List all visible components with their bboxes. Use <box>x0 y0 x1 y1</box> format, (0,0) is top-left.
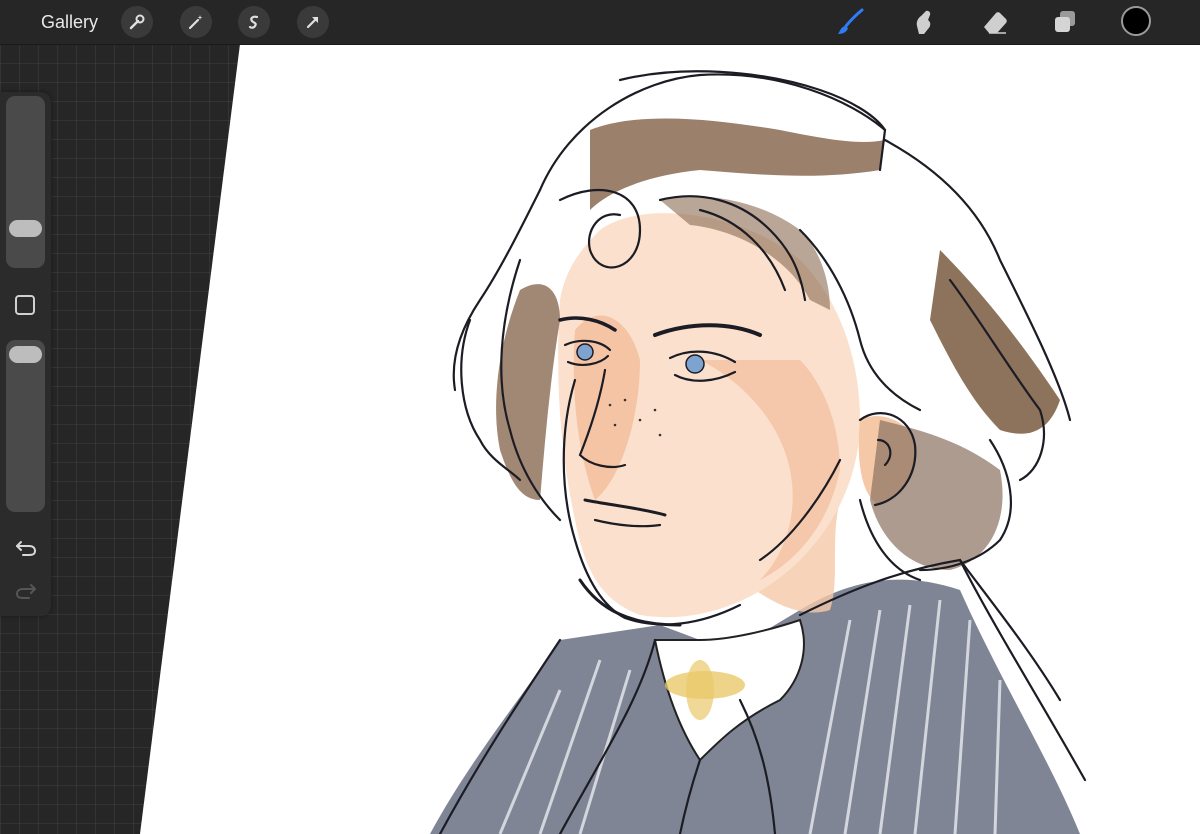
layers-icon <box>1055 11 1075 32</box>
artwork-svg <box>140 44 1200 834</box>
smudge-button[interactable] <box>906 6 940 38</box>
selection-button[interactable] <box>238 6 270 38</box>
redo-button[interactable] <box>13 580 39 602</box>
smudge-finger-icon <box>916 10 931 34</box>
top-toolbar: Gallery <box>0 0 1200 45</box>
left-sidebar <box>0 92 51 616</box>
color-picker-button[interactable] <box>1121 6 1151 36</box>
transform-arrow-icon <box>306 16 319 29</box>
undo-icon <box>16 541 37 556</box>
eraser-button[interactable] <box>978 6 1012 38</box>
transform-button[interactable] <box>297 6 329 38</box>
modify-button[interactable] <box>15 295 35 315</box>
brush-button[interactable] <box>834 6 868 38</box>
layers-button[interactable] <box>1048 6 1082 38</box>
actions-button[interactable] <box>121 6 153 38</box>
redo-icon <box>15 584 36 599</box>
wrench-icon <box>129 14 145 30</box>
magic-wand-icon <box>188 15 203 30</box>
opacity-slider[interactable] <box>6 340 45 512</box>
selection-s-icon <box>248 15 259 29</box>
left-eye <box>576 343 594 361</box>
brush-size-thumb[interactable] <box>9 220 42 237</box>
drawing-canvas[interactable] <box>0 44 1200 834</box>
eraser-icon <box>984 12 1007 34</box>
brush-icon <box>838 8 864 34</box>
adjustments-button[interactable] <box>180 6 212 38</box>
brush-size-slider[interactable] <box>6 96 45 268</box>
gallery-button[interactable]: Gallery <box>41 12 98 32</box>
right-eye <box>685 354 705 374</box>
undo-button[interactable] <box>13 537 39 559</box>
opacity-thumb[interactable] <box>9 346 42 363</box>
